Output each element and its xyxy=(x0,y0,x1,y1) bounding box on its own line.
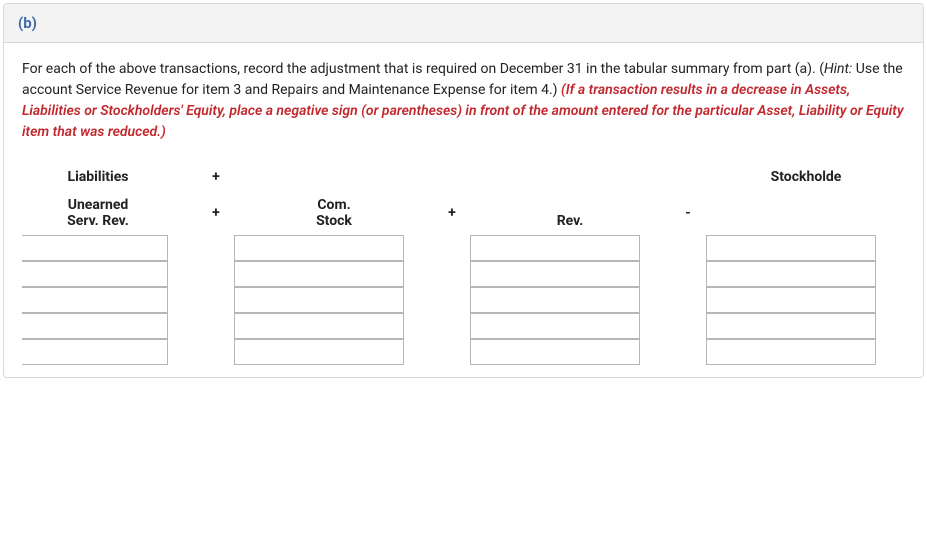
table-row xyxy=(706,313,905,339)
header-top-c4 xyxy=(470,171,670,183)
op-plus: + xyxy=(198,205,234,221)
input-r5-c3[interactable] xyxy=(234,339,404,365)
input-r1-c2[interactable] xyxy=(22,235,168,261)
input-r4-c5[interactable] xyxy=(706,313,876,339)
instructions-text: For each of the above transactions, reco… xyxy=(22,61,824,77)
table-row xyxy=(706,235,905,261)
table-row xyxy=(22,235,198,261)
input-r2-c3[interactable] xyxy=(234,261,404,287)
input-r5-c5[interactable] xyxy=(706,339,876,365)
table-row xyxy=(22,313,198,339)
header-sub-c5 xyxy=(706,199,905,227)
op-plus: + xyxy=(198,169,234,185)
table-row xyxy=(234,235,434,261)
table-row xyxy=(22,287,198,313)
input-r2-c5[interactable] xyxy=(706,261,876,287)
table-row xyxy=(470,261,670,287)
op-plus: + xyxy=(434,205,470,221)
table-row xyxy=(234,339,434,365)
header-top-c3 xyxy=(234,171,434,183)
op-minus: - xyxy=(670,205,706,221)
input-r5-c4[interactable] xyxy=(470,339,640,365)
table-row xyxy=(470,313,670,339)
input-r5-c2[interactable] xyxy=(22,339,168,365)
table-row xyxy=(470,235,670,261)
header-top-liabilities: Liabilities xyxy=(22,163,198,191)
table-row xyxy=(706,339,905,365)
input-r3-c4[interactable] xyxy=(470,287,640,313)
question-part-panel: (b) For each of the above transactions, … xyxy=(3,3,924,378)
instructions: For each of the above transactions, reco… xyxy=(22,59,905,143)
input-r3-c3[interactable] xyxy=(234,287,404,313)
input-r2-c2[interactable] xyxy=(22,261,168,287)
header-sub-c3-l2: Stock xyxy=(316,213,352,229)
table-row xyxy=(22,261,198,287)
section-header: (b) xyxy=(4,4,923,43)
input-r3-c2[interactable] xyxy=(22,287,168,313)
input-r1-c3[interactable] xyxy=(234,235,404,261)
header-sub-c2-l2: Serv. Rev. xyxy=(67,213,129,229)
table-scroll-container[interactable]: = Liabilities + Stockholde Prepd. Clean.… xyxy=(22,163,905,369)
tabular-summary-grid: = Liabilities + Stockholde Prepd. Clean.… xyxy=(22,163,905,365)
input-r4-c4[interactable] xyxy=(470,313,640,339)
section-body: For each of the above transactions, reco… xyxy=(4,43,923,377)
input-r1-c5[interactable] xyxy=(706,235,876,261)
input-r1-c4[interactable] xyxy=(470,235,640,261)
header-sub-c3-l1: Com. xyxy=(317,197,350,213)
header-sub-com-stock: Com. Stock xyxy=(234,191,434,235)
header-sub-c2-l1: Unearned xyxy=(68,197,129,213)
input-r2-c4[interactable] xyxy=(470,261,640,287)
table-row xyxy=(470,287,670,313)
header-sub-rev: Rev. xyxy=(470,191,670,235)
header-sub-c4-l2: Rev. xyxy=(557,213,584,229)
table-row xyxy=(22,339,198,365)
table-row xyxy=(234,287,434,313)
input-r3-c5[interactable] xyxy=(706,287,876,313)
table-row xyxy=(706,287,905,313)
table-row xyxy=(234,261,434,287)
table-row xyxy=(706,261,905,287)
input-r4-c3[interactable] xyxy=(234,313,404,339)
header-top-stockholders: Stockholde xyxy=(706,163,905,191)
table-row xyxy=(234,313,434,339)
hint-label: Hint: xyxy=(824,61,852,77)
header-sub-unearned-serv-rev: Unearned Serv. Rev. xyxy=(22,191,198,235)
table-row xyxy=(470,339,670,365)
section-label: (b) xyxy=(18,14,37,32)
input-r4-c2[interactable] xyxy=(22,313,168,339)
